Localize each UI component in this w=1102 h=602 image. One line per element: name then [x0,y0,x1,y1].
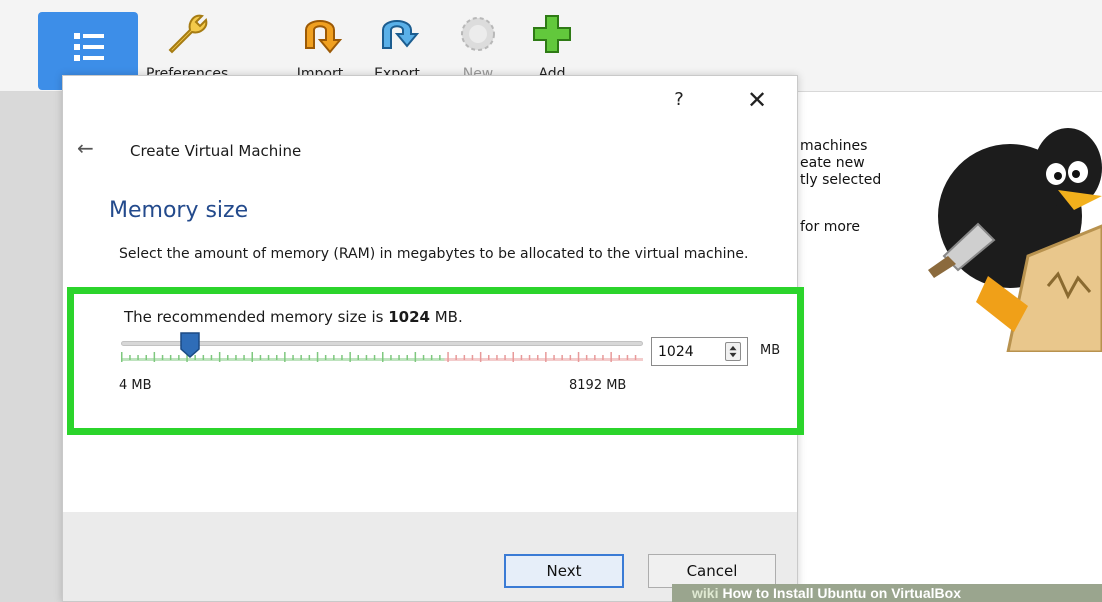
new-gear-icon [461,17,495,51]
export-button[interactable]: Export [357,8,437,82]
recommended-memory-text: The recommended memory size is 1024 MB. [124,308,463,326]
slider-safe-zone [121,358,445,361]
help-button[interactable]: ? [667,88,691,112]
spin-arrows-icon[interactable] [725,342,741,361]
add-button[interactable]: Add [512,8,592,82]
memory-min-label: 4 MB [119,378,152,393]
create-vm-dialog: ? ✕ ← Create Virtual Machine Memory size… [62,75,804,602]
welcome-line: eate new [800,155,865,171]
import-button[interactable]: Import [280,8,360,82]
export-arrow-icon [382,20,420,49]
dialog-title: Create Virtual Machine [130,142,302,160]
plus-icon [533,15,571,53]
recommended-suffix: MB. [429,308,463,326]
back-button[interactable]: ← [77,136,101,160]
welcome-line: machines [800,138,868,154]
welcome-text: machines eate new tly selected for more [800,138,910,236]
machine-list-pane [0,92,62,602]
welcome-line: for more [800,219,860,235]
close-button[interactable]: ✕ [743,86,771,114]
memory-slider-thumb[interactable] [179,331,201,359]
wrench-icon [168,14,208,54]
slider-danger-zone [444,358,643,361]
wikihow-watermark: wiki How to Install Ubuntu on VirtualBox [672,584,1102,602]
memory-unit-label: MB [760,343,781,358]
memory-spinbox[interactable] [651,337,748,366]
memory-description: Select the amount of memory (RAM) in meg… [119,246,749,262]
cancel-button[interactable]: Cancel [648,554,776,588]
virtualbox-mascot-image [928,128,1102,352]
watermark-text: How to Install Ubuntu on VirtualBox [722,585,961,601]
next-button[interactable]: Next [504,554,624,588]
memory-input[interactable] [652,338,722,365]
import-arrow-icon [305,20,343,54]
preferences-button[interactable]: Preferences [146,8,228,82]
recommended-value: 1024 [388,308,430,326]
memory-max-label: 8192 MB [569,378,627,393]
memory-size-heading: Memory size [109,198,249,223]
list-icon [74,33,104,61]
recommended-prefix: The recommended memory size is [124,308,389,326]
welcome-line: tly selected [800,172,882,188]
memory-highlight-box: The recommended memory size is 1024 MB. … [67,287,804,435]
watermark-brand: wiki [692,585,719,601]
new-button[interactable]: New [438,8,518,82]
